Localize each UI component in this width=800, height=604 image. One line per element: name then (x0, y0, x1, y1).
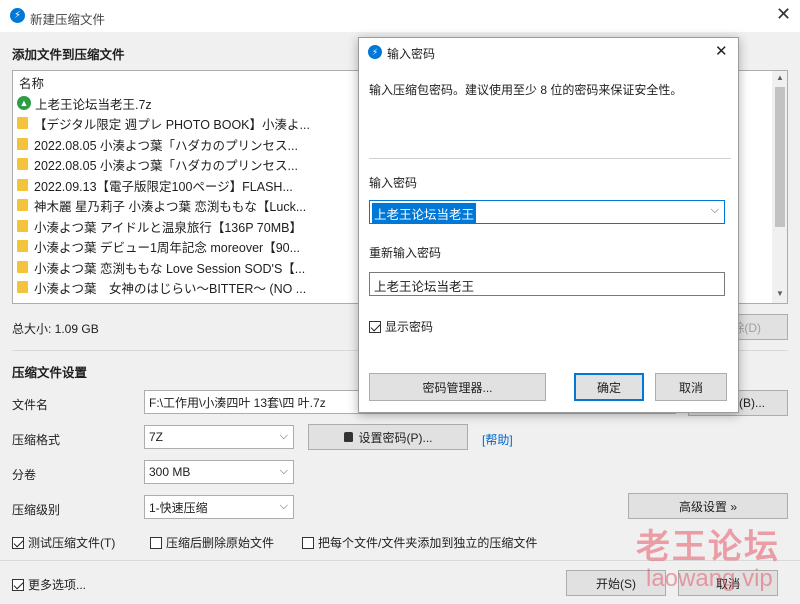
dialog-cancel-button[interactable]: 取消 (655, 373, 727, 401)
app-logo-icon: ⚡ (10, 8, 25, 23)
list-scrollbar[interactable]: ▲ ▼ (772, 71, 787, 303)
dialog-logo-icon: ⚡ (368, 45, 382, 59)
dialog-title: 输入密码 (387, 47, 436, 61)
set-password-button[interactable]: 设置密码(P)... (308, 424, 468, 450)
file-row[interactable]: ▲ 上老王论坛当老王.7z (17, 93, 152, 113)
scroll-up-icon[interactable]: ▲ (776, 73, 784, 82)
volume-select[interactable]: 300 MB ⌵ (144, 460, 294, 484)
dialog-description: 输入压缩包密码。建议使用至少 8 位的密码来保证安全性。 (369, 83, 683, 97)
file-row[interactable]: 2022.09.13【電子版限定100ページ】FLASH... (17, 175, 293, 195)
delete-after-checkbox[interactable]: 压缩后删除原始文件 (150, 534, 274, 551)
chevron-down-icon[interactable]: ⌵ (711, 204, 719, 217)
scroll-down-icon[interactable]: ▼ (776, 289, 784, 298)
chevron-down-icon: ⌵ (279, 500, 288, 512)
dialog-close-icon[interactable]: ✕ (715, 42, 728, 60)
format-select[interactable]: 7Z ⌵ (144, 425, 294, 449)
close-window-icon[interactable]: ✕ (776, 4, 791, 25)
show-password-checkbox[interactable]: 显示密码 (369, 318, 433, 335)
scroll-thumb[interactable] (775, 87, 785, 227)
password-dialog: ⚡ 输入密码 ✕ 输入压缩包密码。建议使用至少 8 位的密码来保证安全性。 输入… (358, 37, 739, 413)
watermark-logo: 老王论坛 laowang.vip (636, 528, 780, 592)
archive-icon: ▲ (17, 96, 31, 110)
folder-icon (17, 199, 28, 211)
level-label: 压缩级别 (12, 503, 61, 517)
file-row[interactable]: 【デジタル限定 週プレ PHOTO BOOK】小湊よ... (17, 113, 310, 133)
separate-archives-checkbox[interactable]: 把每个文件/文件夹添加到独立的压缩文件 (302, 534, 537, 551)
checkbox-checked-icon (369, 321, 381, 333)
list-header[interactable]: 名称 (19, 72, 44, 92)
section-settings-heading: 压缩文件设置 (12, 366, 88, 380)
format-label: 压缩格式 (12, 433, 61, 447)
file-row[interactable]: 2022.08.05 小湊よつ葉「ハダカのプリンセス... (17, 134, 298, 154)
more-options-checkbox[interactable]: 更多选项... (12, 576, 86, 593)
folder-icon (17, 179, 28, 191)
volume-label: 分卷 (12, 468, 37, 482)
reenter-password-label: 重新输入密码 (369, 246, 442, 260)
file-row[interactable]: 小湊よつ葉 恋渕ももな Love Session SOD'S【... (17, 257, 305, 277)
checkbox-unchecked-icon (302, 537, 314, 549)
checkbox-checked-icon (12, 579, 24, 591)
chevron-down-icon: ⌵ (279, 465, 288, 477)
enter-password-label: 输入密码 (369, 176, 418, 190)
file-row[interactable]: 小湊よつ葉 女神のはじらい～BITTER～ (NO ... (17, 277, 306, 297)
file-row[interactable]: 小湊よつ葉 アイドルと温泉旅行【136P 70MB】 (17, 216, 302, 236)
folder-icon (17, 261, 28, 273)
folder-icon (17, 117, 28, 129)
total-size: 总大小: 1.09 GB (12, 322, 99, 336)
lock-icon (343, 432, 353, 442)
checkbox-checked-icon (12, 537, 24, 549)
filename-label: 文件名 (12, 398, 49, 412)
dialog-ok-button[interactable]: 确定 (574, 373, 644, 401)
folder-icon (17, 220, 28, 232)
window-title: 新建压缩文件 (30, 13, 106, 27)
enter-password-input[interactable]: 上老王论坛当老王 ⌵ (369, 200, 725, 224)
reenter-password-input[interactable]: 上老王论坛当老王 (369, 272, 725, 296)
folder-icon (17, 138, 28, 150)
file-row[interactable]: 2022.08.05 小湊よつ葉「ハダカのプリンセス... (17, 154, 298, 174)
level-select[interactable]: 1-快速压缩 ⌵ (144, 495, 294, 519)
file-row[interactable]: 神木麗 星乃莉子 小湊よつ葉 恋渕ももな【Luck... (17, 195, 306, 215)
folder-icon (17, 240, 28, 252)
file-row[interactable]: 小湊よつ葉 デビュー1周年記念 moreover【90... (17, 236, 300, 256)
dialog-divider (369, 158, 731, 159)
title-bar: ⚡ 新建压缩文件 ✕ (0, 0, 800, 32)
test-archive-checkbox[interactable]: 测试压缩文件(T) (12, 534, 115, 551)
folder-icon (17, 158, 28, 170)
checkbox-unchecked-icon (150, 537, 162, 549)
folder-icon (17, 281, 28, 293)
help-link[interactable]: [帮助] (482, 431, 513, 448)
chevron-down-icon: ⌵ (279, 430, 288, 442)
advanced-settings-button[interactable]: 高级设置 » (628, 493, 788, 519)
section-add-heading: 添加文件到压缩文件 (12, 48, 125, 62)
password-manager-button[interactable]: 密码管理器... (369, 373, 546, 401)
